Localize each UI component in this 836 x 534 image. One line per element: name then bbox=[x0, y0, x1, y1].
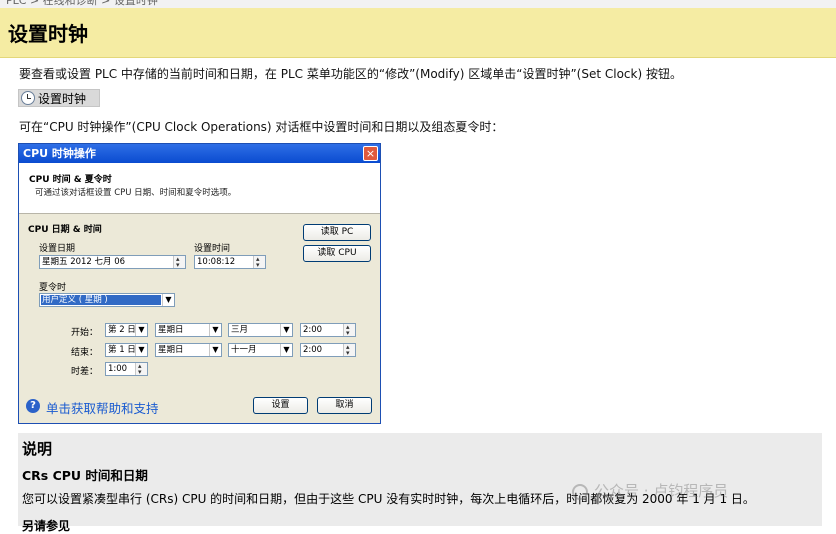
dialog-header-title: CPU 时间 & 夏令时 bbox=[29, 175, 112, 185]
chevron-down-icon[interactable]: ▼ bbox=[209, 344, 221, 356]
chevron-down-icon[interactable]: ▼ bbox=[209, 324, 221, 336]
set-clock-button[interactable]: 设置时钟 bbox=[18, 89, 100, 107]
read-pc-button[interactable]: 读取 PC bbox=[303, 224, 371, 241]
offset-label: 时差： bbox=[71, 367, 99, 377]
end-time-value: 2:00 bbox=[303, 345, 323, 355]
dst-value: 用户定义 ( 星期 ) bbox=[41, 295, 161, 305]
end-month-select[interactable]: 十一月 ▼ bbox=[228, 343, 293, 357]
start-time-spinner-icon[interactable] bbox=[343, 324, 355, 336]
watermark: 公众号 · 卢钧程序员 bbox=[572, 480, 728, 501]
dst-label: 夏令时 bbox=[39, 283, 67, 293]
start-day-value: 星期日 bbox=[158, 325, 184, 335]
dialog-title: CPU 时钟操作 bbox=[19, 144, 380, 163]
end-time-field[interactable]: 2:00 bbox=[300, 343, 356, 357]
clock-icon bbox=[21, 91, 35, 105]
set-clock-label: 设置时钟 bbox=[38, 91, 87, 106]
set-button[interactable]: 设置 bbox=[253, 397, 308, 414]
watermark-text: 公众号 · 卢钧程序员 bbox=[594, 482, 729, 500]
end-day-value: 星期日 bbox=[158, 345, 184, 355]
dst-select[interactable]: 用户定义 ( 星期 ) ▼ bbox=[39, 293, 175, 307]
section-title: CPU 日期 & 时间 bbox=[28, 225, 102, 235]
set-time-label: 设置时间 bbox=[194, 244, 231, 254]
set-date-value: 星期五 2012 七月 06 bbox=[42, 257, 126, 267]
start-month-value: 三月 bbox=[231, 325, 249, 335]
chevron-down-icon[interactable]: ▼ bbox=[135, 344, 147, 356]
offset-field[interactable]: 1:00 bbox=[105, 362, 148, 376]
end-week-select[interactable]: 第 1 日 ▼ bbox=[105, 343, 148, 357]
chevron-down-icon[interactable]: ▼ bbox=[280, 344, 292, 356]
chevron-down-icon[interactable]: ▼ bbox=[162, 294, 174, 306]
dialog-header: CPU 时间 & 夏令时 可通过该对话框设置 CPU 日期、时间和夏令时选项。 bbox=[19, 163, 380, 214]
dialog-intro-text: 可在“CPU 时钟操作”(CPU Clock Operations) 对话框中设… bbox=[19, 120, 504, 134]
set-time-field[interactable]: 10:08:12 bbox=[194, 255, 266, 269]
close-icon[interactable]: × bbox=[363, 146, 378, 161]
end-label: 结束： bbox=[71, 348, 99, 358]
dialog-header-desc: 可通过该对话框设置 CPU 日期、时间和夏令时选项。 bbox=[35, 188, 237, 198]
intro-text: 要查看或设置 PLC 中存储的当前时间和日期，在 PLC 菜单功能区的“修改”(… bbox=[19, 67, 682, 81]
end-week-value: 第 1 日 bbox=[108, 345, 136, 355]
start-time-field[interactable]: 2:00 bbox=[300, 323, 356, 337]
start-label: 开始： bbox=[71, 328, 99, 338]
chevron-down-icon[interactable]: ▼ bbox=[280, 324, 292, 336]
start-week-select[interactable]: 第 2 日 ▼ bbox=[105, 323, 148, 337]
offset-value: 1:00 bbox=[108, 364, 128, 374]
set-time-value: 10:08:12 bbox=[197, 257, 236, 267]
date-spinner-icon[interactable] bbox=[173, 256, 185, 268]
help-icon[interactable]: ? bbox=[26, 399, 40, 413]
chevron-down-icon[interactable]: ▼ bbox=[135, 324, 147, 336]
note-heading: 说明 bbox=[22, 440, 53, 458]
end-time-spinner-icon[interactable] bbox=[343, 344, 355, 356]
start-week-value: 第 2 日 bbox=[108, 325, 136, 335]
top-strip-text: PLC > 在线和诊断 > 设置时钟 bbox=[6, 0, 158, 7]
end-month-value: 十一月 bbox=[231, 345, 257, 355]
help-link[interactable]: 单击获取帮助和支持 bbox=[46, 398, 159, 417]
page-title: 设置时钟 bbox=[8, 22, 88, 46]
cpu-clock-dialog: CPU 时钟操作 × CPU 时间 & 夏令时 可通过该对话框设置 CPU 日期… bbox=[18, 143, 381, 424]
note-subheading: CRs CPU 时间和日期 bbox=[22, 468, 148, 483]
wechat-icon bbox=[572, 483, 588, 500]
start-day-select[interactable]: 星期日 ▼ bbox=[155, 323, 222, 337]
set-date-label: 设置日期 bbox=[39, 244, 76, 254]
cancel-button[interactable]: 取消 bbox=[317, 397, 372, 414]
start-month-select[interactable]: 三月 ▼ bbox=[228, 323, 293, 337]
end-day-select[interactable]: 星期日 ▼ bbox=[155, 343, 222, 357]
offset-spinner-icon[interactable] bbox=[135, 363, 147, 375]
start-time-value: 2:00 bbox=[303, 325, 323, 335]
time-spinner-icon[interactable] bbox=[253, 256, 265, 268]
title-bar: 设置时钟 bbox=[0, 8, 836, 58]
set-date-field[interactable]: 星期五 2012 七月 06 bbox=[39, 255, 186, 269]
read-cpu-button[interactable]: 读取 CPU bbox=[303, 245, 371, 262]
